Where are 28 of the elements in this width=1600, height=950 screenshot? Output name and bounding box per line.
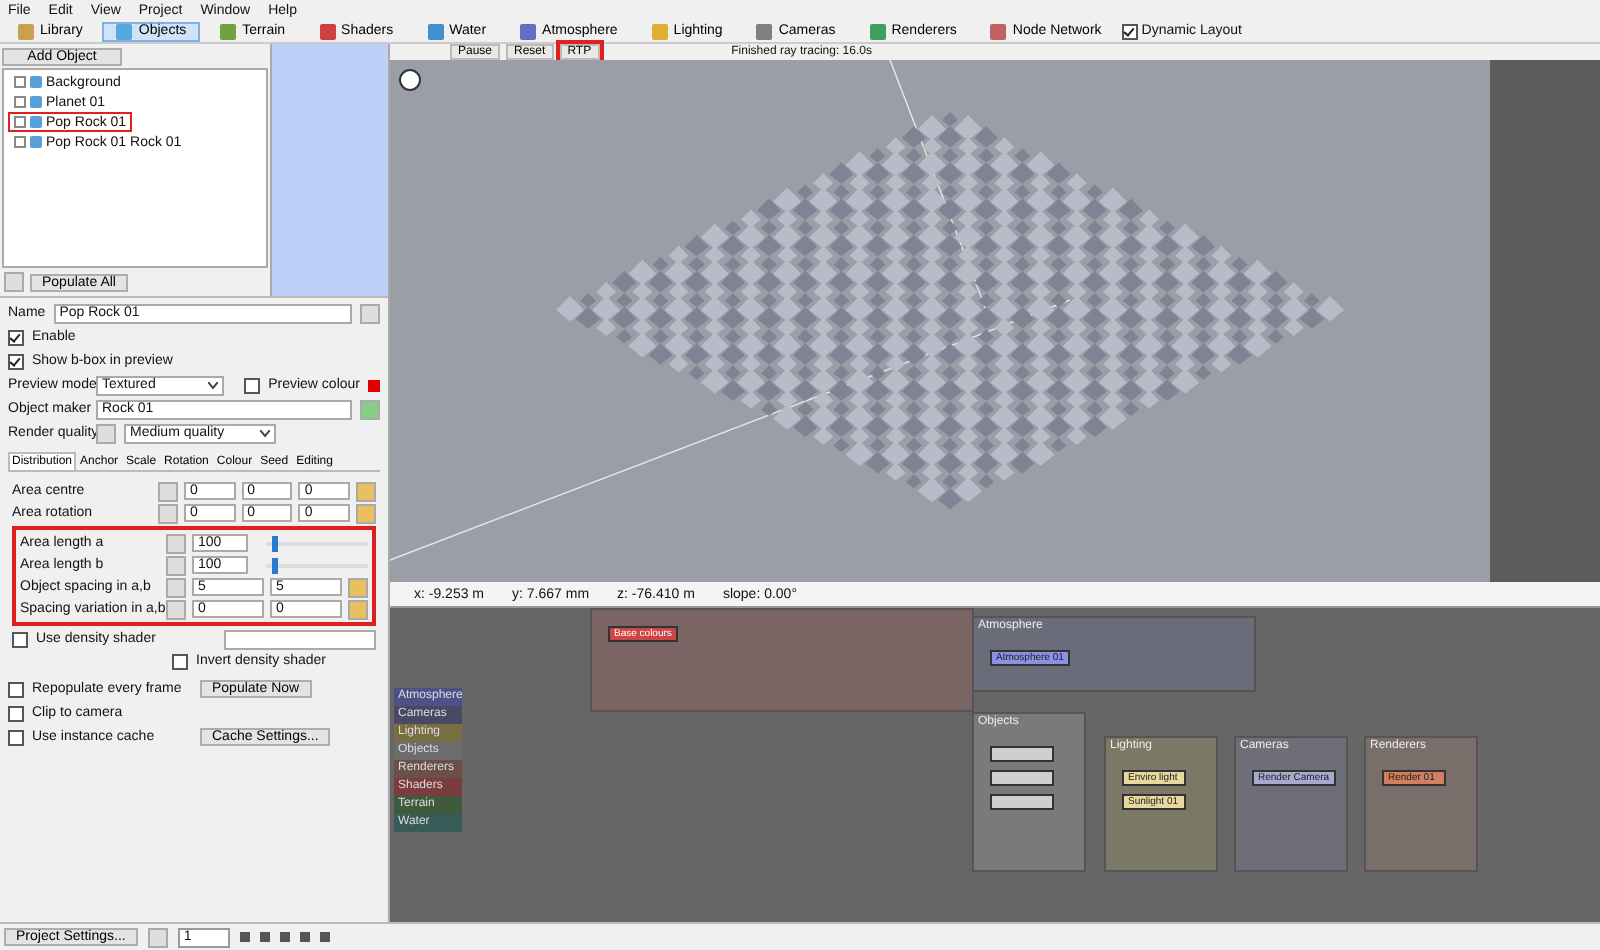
checkbox[interactable] bbox=[244, 377, 261, 393]
node[interactable] bbox=[990, 746, 1054, 762]
tab-icon bbox=[220, 23, 237, 39]
tab-icon bbox=[990, 23, 1007, 39]
tab-icon bbox=[319, 23, 336, 39]
colour-swatch[interactable] bbox=[368, 379, 380, 391]
checkbox[interactable] bbox=[172, 653, 188, 669]
node[interactable] bbox=[990, 770, 1054, 786]
checkbox[interactable] bbox=[8, 353, 24, 369]
caret-icon bbox=[208, 381, 218, 389]
tab-icon bbox=[651, 23, 668, 39]
checkbox[interactable] bbox=[8, 329, 24, 345]
slider-thumb[interactable] bbox=[271, 557, 278, 573]
slider-thumb[interactable] bbox=[271, 535, 278, 551]
checkbox[interactable] bbox=[12, 631, 28, 647]
tab-icon bbox=[520, 23, 537, 39]
checkbox[interactable] bbox=[8, 681, 24, 697]
node[interactable] bbox=[990, 794, 1054, 810]
tab-icon bbox=[18, 23, 34, 39]
caret-icon bbox=[260, 429, 270, 437]
checkbox[interactable] bbox=[8, 705, 24, 721]
tab-icon bbox=[756, 23, 773, 39]
checkbox[interactable] bbox=[1121, 23, 1138, 39]
tab-icon bbox=[869, 23, 886, 39]
tab-icon bbox=[116, 23, 133, 39]
tab-icon bbox=[427, 23, 444, 39]
checkbox[interactable] bbox=[8, 729, 24, 745]
density-shader-field[interactable] bbox=[223, 629, 376, 649]
